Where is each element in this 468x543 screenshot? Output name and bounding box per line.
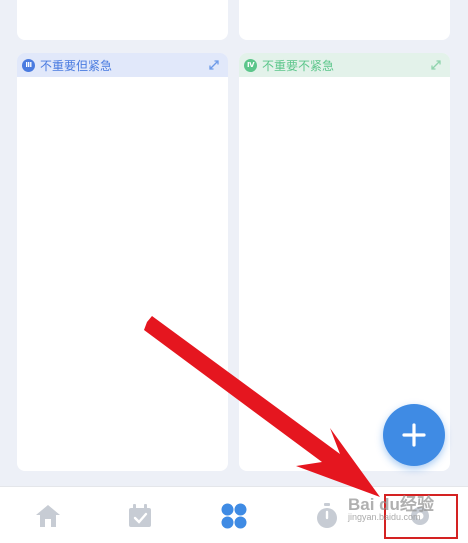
add-task-button[interactable] [383, 404, 445, 466]
home-icon [36, 505, 60, 527]
watermark-subtext: jingyan.baidu.com [348, 512, 421, 522]
roman-numeral-three-badge: III [22, 58, 35, 72]
plus-icon [402, 423, 426, 447]
quadrant-2-card-bottom [239, 0, 450, 40]
tab-calendar[interactable] [124, 500, 156, 532]
tab-quadrants[interactable] [218, 500, 250, 532]
tab-timer[interactable] [311, 500, 343, 532]
quadrant-1-card-bottom [17, 0, 228, 40]
roman-numeral-four-badge: IV [244, 58, 257, 72]
quadrant-title: 不重要但紧急 [40, 58, 113, 73]
quadrant-title: 不重要不紧急 [262, 58, 335, 73]
expand-icon[interactable] [208, 59, 220, 71]
tab-home[interactable] [32, 500, 64, 532]
stopwatch-icon [317, 503, 337, 528]
quadrant-header: III 不重要但紧急 [17, 53, 228, 77]
expand-icon[interactable] [430, 59, 442, 71]
four-quadrant-icon [221, 503, 247, 529]
calendar-check-icon [129, 504, 151, 527]
quadrant-header: IV 不重要不紧急 [239, 53, 450, 77]
quadrant-not-important-urgent[interactable]: III 不重要但紧急 [17, 53, 228, 471]
